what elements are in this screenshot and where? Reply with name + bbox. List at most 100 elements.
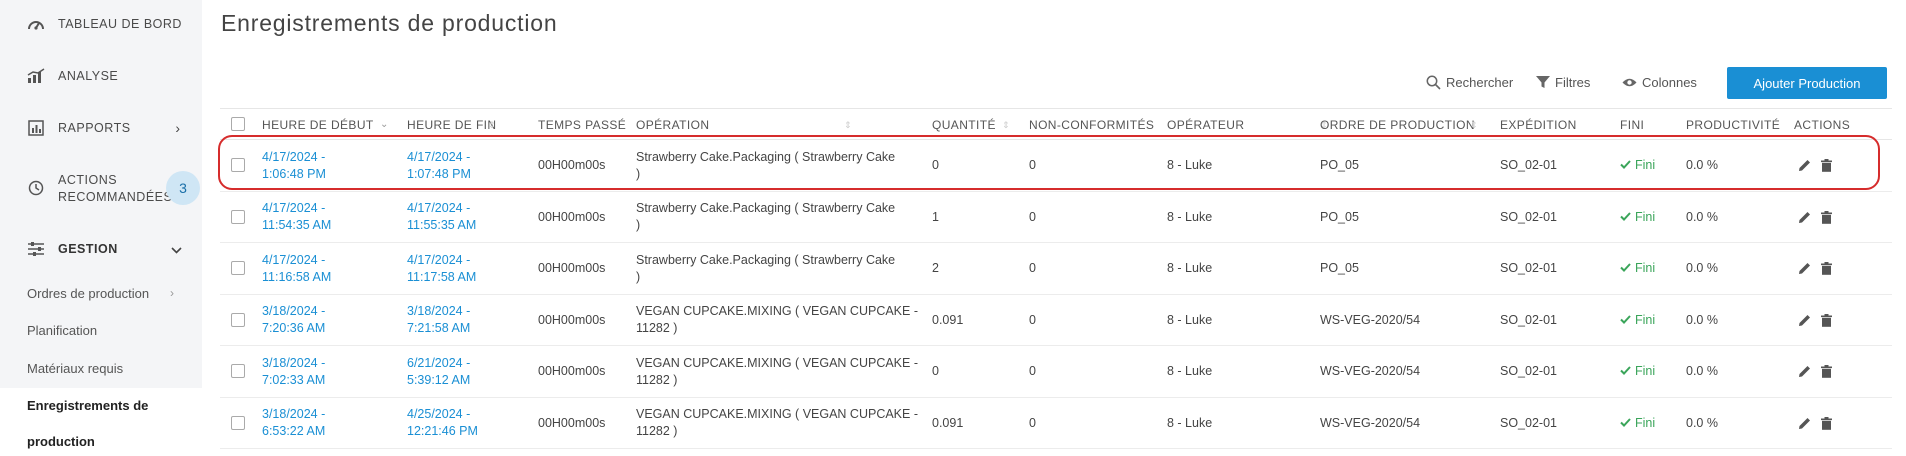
delete-icon[interactable] [1821,346,1832,398]
start-time-link[interactable]: 4/17/2024 -11:16:58 AM [262,243,372,295]
end-time-link[interactable]: 4/17/2024 -11:17:58 AM [407,243,517,295]
table-row[interactable]: 3/18/2024 -7:02:33 AM 6/21/2024 -5:39:12 … [220,346,1892,398]
check-icon [1620,312,1635,329]
sidebar-item-label: RAPPORTS [58,121,131,135]
column-header[interactable]: OPÉRATEUR [1167,109,1244,141]
filters-button[interactable]: Filtres [1536,75,1590,90]
column-header[interactable]: OPÉRATION [636,109,709,141]
sort-icon[interactable]: ⇕ [844,109,852,141]
edit-icon[interactable] [1798,140,1811,192]
sort-icon[interactable]: ⇕ [1002,109,1010,141]
columns-label: Colonnes [1642,75,1697,90]
delete-icon[interactable] [1821,243,1832,295]
check-icon [1620,260,1635,277]
edit-icon[interactable] [1798,295,1811,347]
edit-icon[interactable] [1798,398,1811,450]
column-header[interactable]: FINI [1620,109,1644,141]
check-icon [1620,157,1635,174]
productivity: 0.0 % [1686,364,1718,379]
end-time-link[interactable]: 6/21/2024 -5:39:12 AM [407,346,517,398]
column-header[interactable]: HEURE DE DÉBUT [262,109,374,141]
table-row[interactable]: 3/18/2024 -7:20:36 AM 3/18/2024 -7:21:58 … [220,295,1892,347]
chevron-down-icon [171,241,182,257]
column-header[interactable]: HEURE DE FIN [407,109,496,141]
end-time-link[interactable]: 4/25/2024 -12:21:46 PM [407,398,517,450]
table-row[interactable]: 4/17/2024 -11:54:35 AM 4/17/2024 -11:55:3… [220,192,1892,244]
sort-icon[interactable]: ⇕ [1470,109,1478,141]
operation: VEGAN CUPCAKE.MIXING ( VEGAN CUPCAKE -11… [636,407,918,439]
sidebar-item-rapports[interactable]: RAPPORTS › [0,118,202,138]
end-time-link[interactable]: 4/17/2024 -1:07:48 PM [407,140,517,192]
sidebar-subitem-materiaux[interactable]: Matériaux requis [27,361,123,376]
history-icon [26,178,46,198]
table-row[interactable]: 4/17/2024 -11:16:58 AM 4/17/2024 -11:17:5… [220,243,1892,295]
column-header[interactable]: EXPÉDITION [1500,109,1577,141]
table-row[interactable]: 3/18/2024 -6:53:22 AM 4/25/2024 -12:21:46… [220,398,1892,450]
sidebar-subitem-enregistrements[interactable]: Enregistrements de production [0,388,202,456]
delete-icon[interactable] [1821,398,1832,450]
delete-icon[interactable] [1821,140,1832,192]
start-time-link[interactable]: 4/17/2024 -11:54:35 AM [262,192,372,244]
eye-icon [1622,78,1637,87]
time-spent: 00H00m00s [538,209,606,224]
row-checkbox[interactable] [231,415,245,430]
delete-icon[interactable] [1821,192,1832,244]
start-time-link[interactable]: 3/18/2024 -7:02:33 AM [262,346,372,398]
start-time-link[interactable]: 3/18/2024 -7:20:36 AM [262,295,372,347]
start-time-link[interactable]: 4/17/2024 -1:06:48 PM [262,140,372,192]
sidebar-subitem-label: Ordres de production [27,286,150,301]
column-header[interactable]: QUANTITÉ [932,109,996,141]
production-order: PO_05 [1320,261,1359,276]
sidebar-item-dashboard[interactable]: TABLEAU DE BORD [0,14,202,34]
sidebar-subitem-planification[interactable]: Planification [27,323,97,338]
column-header[interactable]: ORDRE DE PRODUCTION [1320,109,1475,141]
shipment: SO_02-01 [1500,364,1557,379]
end-time-link[interactable]: 4/17/2024 -11:55:35 AM [407,192,517,244]
column-header[interactable]: NON-CONFORMITÉS [1029,109,1154,141]
productivity: 0.0 % [1686,415,1718,430]
non-conformities: 0 [1029,209,1036,224]
sort-icon[interactable]: ⇕ [488,109,496,141]
production-table: HEURE DE DÉBUT ⌄ HEURE DE FIN ⇕ TEMPS PA… [218,108,1892,450]
search-button[interactable]: Rechercher [1426,75,1513,90]
delete-icon[interactable] [1821,295,1832,347]
report-icon [26,118,46,138]
column-header[interactable]: TEMPS PASSÉ [538,109,626,141]
check-icon [1620,209,1635,226]
time-spent: 00H00m00s [538,261,606,276]
edit-icon[interactable] [1798,192,1811,244]
columns-button[interactable]: Colonnes [1622,75,1697,90]
row-checkbox[interactable] [231,261,245,275]
finished-status: Fini [1620,243,1655,295]
edit-icon[interactable] [1798,346,1811,398]
sidebar-item-actions[interactable]: ACTIONS RECOMMANDÉES 3 [0,168,202,208]
end-time-link[interactable]: 3/18/2024 -7:21:58 AM [407,295,517,347]
table-row[interactable]: 4/17/2024 -1:06:48 PM 4/17/2024 -1:07:48 … [218,135,1892,192]
sidebar-item-label: TABLEAU DE BORD [58,17,182,31]
page-title: Enregistrements de production [221,10,558,36]
row-checkbox[interactable] [231,312,245,327]
productivity: 0.0 % [1686,261,1718,276]
sidebar-item-gestion[interactable]: GESTION [0,239,202,259]
edit-icon[interactable] [1798,243,1811,295]
row-checkbox[interactable] [231,209,245,224]
add-production-button[interactable]: Ajouter Production [1727,67,1887,99]
time-spent: 00H00m00s [538,415,606,430]
sort-desc-icon[interactable]: ⌄ [380,109,389,141]
shipment: SO_02-01 [1500,415,1557,430]
select-all-checkbox[interactable] [231,117,245,131]
row-checkbox[interactable] [231,158,245,172]
start-time-link[interactable]: 3/18/2024 -6:53:22 AM [262,398,372,450]
column-header[interactable]: ACTIONS [1794,109,1850,141]
operator: 8 - Luke [1167,158,1213,173]
sidebar-item-analyse[interactable]: ANALYSE [0,66,202,86]
quantity: 0.091 [932,415,964,430]
operation: Strawberry Cake.Packaging ( Strawberry C… [636,201,896,233]
row-checkbox[interactable] [231,364,245,378]
time-spent: 00H00m00s [538,158,606,173]
sidebar-subitem-ordres[interactable]: Ordres de production [27,286,149,301]
finished-status: Fini [1620,295,1655,347]
shipment: SO_02-01 [1500,158,1557,173]
finished-status: Fini [1620,398,1655,450]
column-header[interactable]: PRODUCTIVITÉ [1686,109,1780,141]
